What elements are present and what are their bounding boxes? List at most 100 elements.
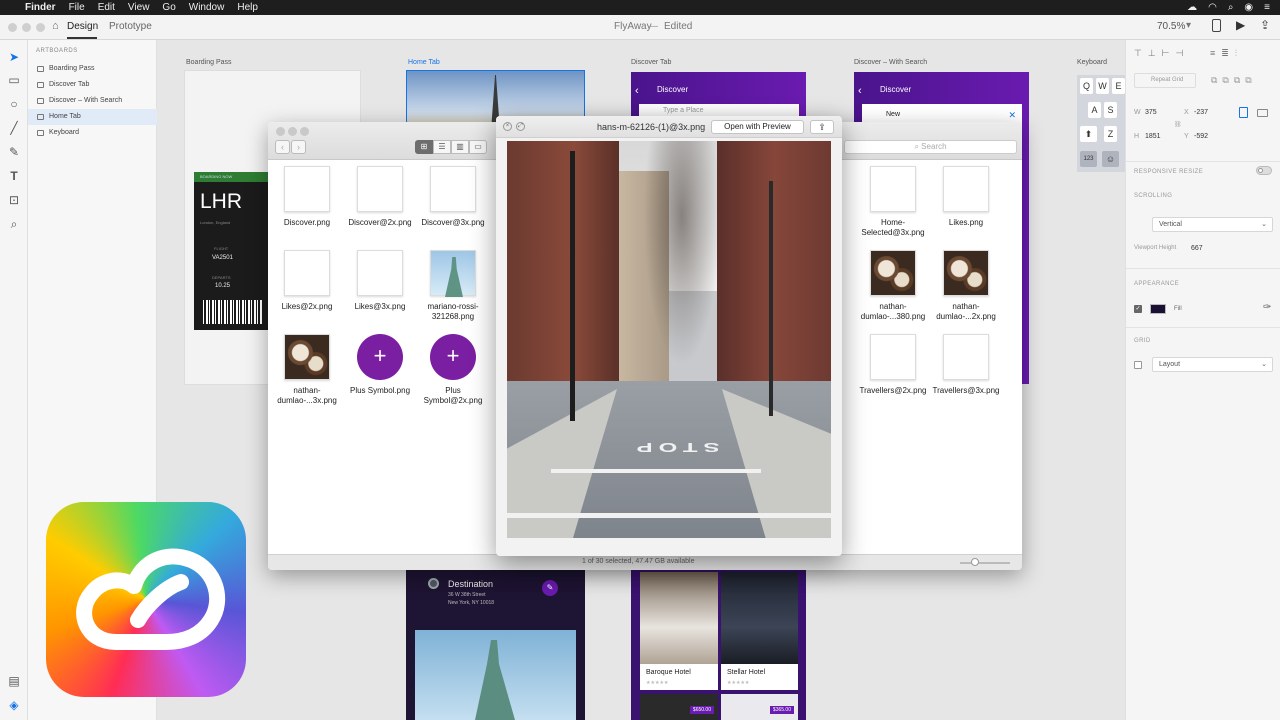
gallery-view-icon[interactable]: ▭ [469,140,487,154]
lock-proportions-icon[interactable]: ⛓ [1174,121,1182,128]
fill-checkbox[interactable]: ✓ [1134,305,1142,313]
responsive-resize-toggle[interactable] [1256,166,1272,175]
zoom-window-button[interactable] [300,127,309,136]
tab-prototype[interactable]: Prototype [109,21,152,32]
height-value[interactable]: 1851 [1145,133,1161,140]
menu-file[interactable]: File [69,0,85,15]
file-item[interactable]: + Plus Symbol@2x.png [418,334,488,406]
home-icon[interactable]: ⌂ [52,20,59,32]
width-value[interactable]: 375 [1145,109,1157,116]
device-preview-icon[interactable] [1212,19,1221,32]
layer-item-home-tab[interactable]: Home Tab [28,109,157,125]
key-a[interactable]: A [1088,102,1101,118]
file-item[interactable]: Discover@2x.png [345,166,415,228]
artboard-label-home-tab[interactable]: Home Tab [408,59,440,66]
close-icon[interactable]: × [503,122,512,131]
key-z[interactable]: Z [1104,126,1117,142]
y-value[interactable]: -592 [1194,133,1208,140]
file-item[interactable]: Travellers@2x.png [858,334,928,396]
hotel-card-baroque[interactable]: Baroque Hotel ★★★★★ [640,572,718,690]
zoom-level[interactable]: 70.5% [1157,21,1185,32]
artboard-label-keyboard[interactable]: Keyboard [1077,59,1107,66]
chevron-down-icon[interactable]: ▾ [1186,20,1191,31]
shift-key-icon[interactable]: ⬆ [1080,126,1097,142]
minimize-window-button[interactable] [288,127,297,136]
list-view-icon[interactable]: ☰ [433,140,451,154]
text-tool-icon[interactable]: T [7,169,21,183]
file-item[interactable]: + Plus Symbol.png [345,334,415,396]
pen-tool-icon[interactable]: ✎ [7,145,21,159]
boolean-ops-icons[interactable]: ⧉⧉⧉⧉ [1211,75,1257,86]
icon-size-slider-thumb[interactable] [971,558,979,566]
file-item[interactable]: Likes.png [931,166,1001,228]
hotel-card-stellar[interactable]: Stellar Hotel ★★★★★ [721,572,798,690]
emoji-key-icon[interactable]: ☺ [1102,151,1119,167]
close-window-button[interactable] [276,127,285,136]
zoom-tool-icon[interactable]: ⌕ [7,217,21,231]
icon-view-icon[interactable]: ⊞ [415,140,433,154]
repeat-grid-button[interactable]: Repeat Grid [1134,73,1196,88]
scrolling-select[interactable]: Vertical ⌄ [1152,217,1273,232]
landscape-orientation-icon[interactable] [1257,109,1268,117]
layer-item-keyboard[interactable]: Keyboard [28,125,157,141]
edit-icon[interactable]: ✎ [542,580,558,596]
distribute-icons[interactable]: ≡≣⫶ [1210,48,1243,59]
viewport-height-value[interactable]: 667 [1191,245,1203,252]
layer-item-discover-with-search[interactable]: Discover – With Search [28,93,157,109]
artboard-label-boarding-pass[interactable]: Boarding Pass [186,59,232,66]
eyedropper-icon[interactable]: ✑ [1263,302,1271,313]
menu-view[interactable]: View [128,0,150,15]
open-with-preview-button[interactable]: Open with Preview [711,120,804,134]
file-item[interactable]: nathan-dumlao-...3x.png [272,334,342,406]
artboard-label-discover-tab[interactable]: Discover Tab [631,59,671,66]
ellipse-tool-icon[interactable]: ○ [7,97,21,111]
key-w[interactable]: W [1096,78,1109,94]
file-item[interactable]: Discover@3x.png [418,166,488,228]
artboard-keyboard[interactable]: Q W E A S ⬆ Z 123 ☺ [1077,75,1125,172]
key-123[interactable]: 123 [1080,151,1097,167]
wifi-icon[interactable]: ◠ [1208,0,1217,15]
share-icon[interactable]: ⇪ [810,120,834,134]
forward-icon[interactable]: › [291,140,306,154]
menu-finder[interactable]: Finder [25,0,56,15]
layer-item-discover-tab[interactable]: Discover Tab [28,77,157,93]
x-value[interactable]: -237 [1194,109,1208,116]
zoom-window-button[interactable] [36,23,45,32]
menu-window[interactable]: Window [189,0,225,15]
back-arrow-icon[interactable]: ‹ [635,85,639,97]
file-item[interactable]: mariano-rossi-321268.png [418,250,488,322]
align-icons[interactable]: ⊤⊥⊢⊣ [1134,48,1189,59]
artboard-label-discover-with-search[interactable]: Discover – With Search [854,59,927,66]
menu-list-icon[interactable]: ≡ [1264,0,1270,15]
file-item[interactable]: nathan-dumlao-...2x.png [931,250,1001,322]
fill-color-swatch[interactable] [1150,304,1166,314]
menu-edit[interactable]: Edit [98,0,115,15]
share-icon[interactable]: ⇪ [1260,18,1270,32]
grid-checkbox[interactable] [1134,361,1142,369]
key-e[interactable]: E [1112,78,1125,94]
key-s[interactable]: S [1104,102,1117,118]
minimize-window-button[interactable] [22,23,31,32]
fullscreen-icon[interactable]: ⤢ [516,122,525,131]
rectangle-tool-icon[interactable]: ▭ [7,73,21,87]
assets-icon[interactable]: ▤ [7,674,21,688]
finder-search-input[interactable]: ⌕ Search [844,140,1017,154]
search-icon[interactable]: ⌕ [1228,0,1234,15]
close-window-button[interactable] [8,23,17,32]
icon-size-slider[interactable] [960,562,1010,564]
file-item[interactable]: Travellers@3x.png [931,334,1001,396]
file-item[interactable]: Discover.png [272,166,342,228]
key-q[interactable]: Q [1080,78,1093,94]
layers-icon[interactable]: ◈ [7,698,21,712]
artboard-tool-icon[interactable]: ⊡ [7,193,21,207]
back-arrow-icon[interactable]: ‹ [858,85,862,97]
play-icon[interactable]: ▶ [1236,18,1245,32]
creative-cloud-icon[interactable]: ☁ [1187,0,1197,15]
quick-look-preview[interactable]: × ⤢ hans-m-62126-(1)@3x.png Open with Pr… [496,116,842,556]
column-view-icon[interactable]: ▥ [451,140,469,154]
user-icon[interactable]: ◉ [1244,0,1253,15]
line-tool-icon[interactable]: ╱ [7,121,21,135]
portrait-orientation-icon[interactable] [1239,107,1248,118]
file-item[interactable]: Likes@3x.png [345,250,415,312]
menu-help[interactable]: Help [237,0,258,15]
